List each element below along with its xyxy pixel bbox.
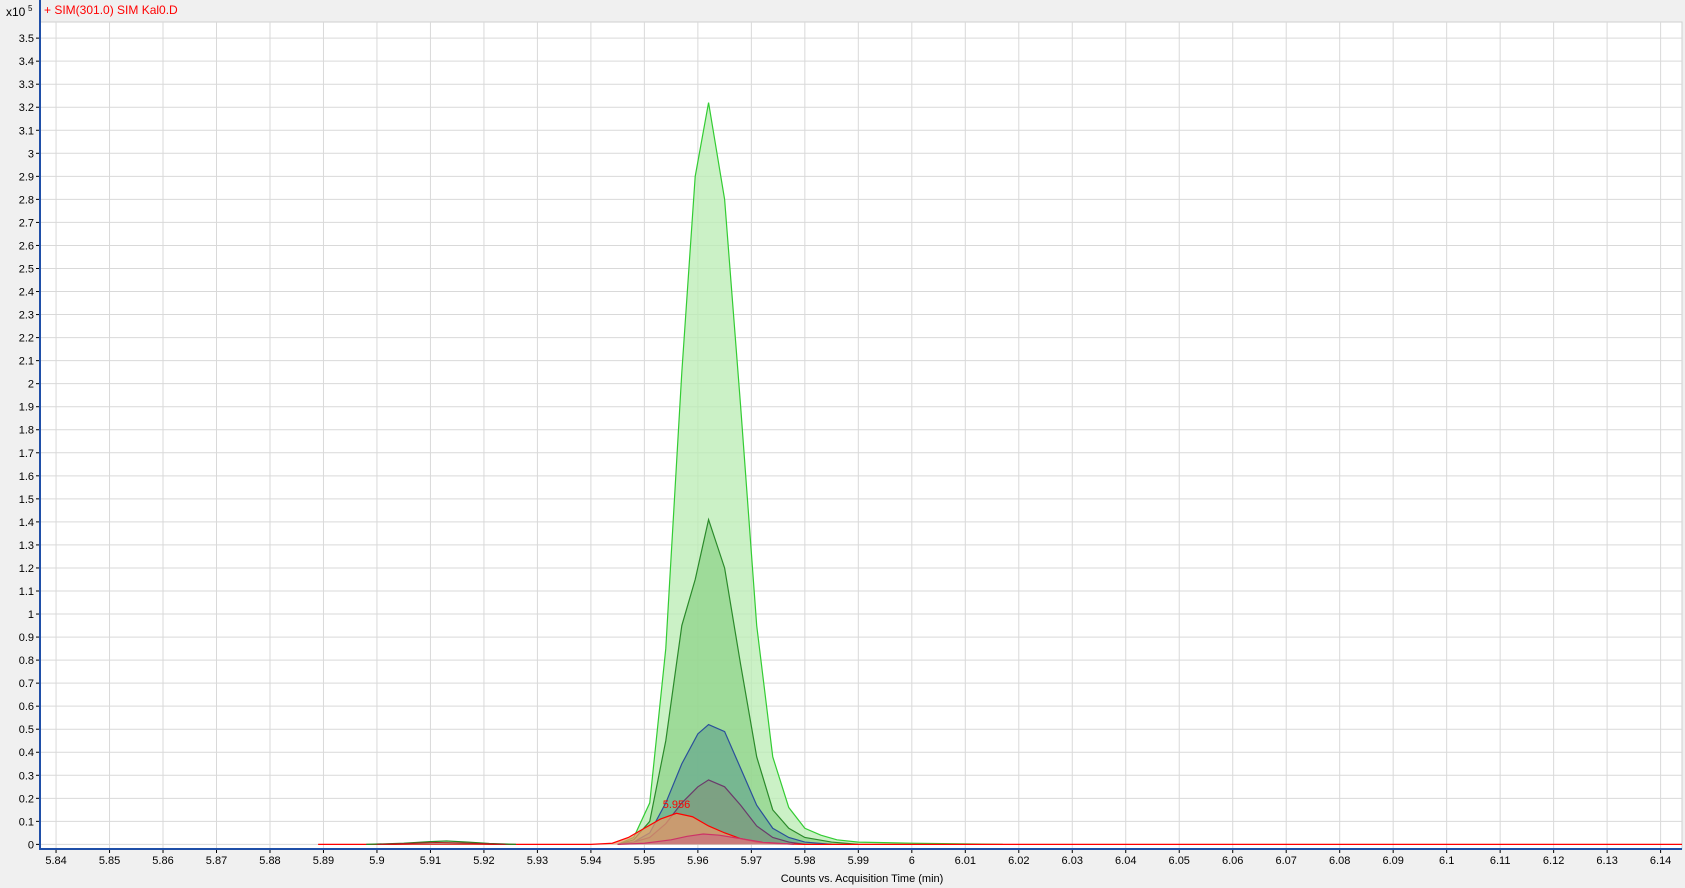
y-tick-label: 0.1 xyxy=(19,816,34,828)
y-tick-label: 2.7 xyxy=(19,217,34,229)
x-tick-label: 6.04 xyxy=(1115,855,1136,867)
y-tick-label: 3.1 xyxy=(19,125,34,137)
x-tick-label: 5.94 xyxy=(580,855,601,867)
x-tick-label: 6.11 xyxy=(1490,855,1511,867)
y-tick-label: 0.6 xyxy=(19,701,34,713)
y-tick-label: 1.1 xyxy=(19,586,34,598)
y-tick-label: 1.2 xyxy=(19,563,34,575)
y-tick-label: 3 xyxy=(28,148,34,160)
x-tick-label: 5.9 xyxy=(369,855,384,867)
y-tick-label: 0.9 xyxy=(19,632,34,644)
x-tick-label: 6.14 xyxy=(1650,855,1671,867)
x-tick-label: 6 xyxy=(909,855,915,867)
y-tick-label: 0 xyxy=(28,839,34,851)
y-tick-label: 1.6 xyxy=(19,471,34,483)
y-tick-label: 2.1 xyxy=(19,356,34,368)
y-tick-label: 3.4 xyxy=(19,56,34,68)
x-tick-label: 5.99 xyxy=(848,855,869,867)
y-tick-label: 2.3 xyxy=(19,310,34,322)
y-multiplier-exponent: 5 xyxy=(28,4,33,13)
x-tick-label: 5.95 xyxy=(634,855,655,867)
x-tick-label: 5.98 xyxy=(794,855,815,867)
y-tick-label: 0.7 xyxy=(19,678,34,690)
y-tick-label: 0.3 xyxy=(19,770,34,782)
y-tick-label: 0.4 xyxy=(19,747,34,759)
y-tick-label: 3.2 xyxy=(19,102,34,114)
x-tick-label: 6.13 xyxy=(1596,855,1617,867)
y-tick-label: 2.4 xyxy=(19,287,34,299)
x-tick-label: 5.86 xyxy=(152,855,173,867)
x-tick-label: 5.88 xyxy=(259,855,280,867)
y-tick-label: 2.6 xyxy=(19,240,34,252)
annotation-layer: 5.956 xyxy=(663,799,691,811)
x-tick-label: 6.01 xyxy=(955,855,976,867)
x-tick-label: 6.12 xyxy=(1543,855,1564,867)
y-tick-label: 2 xyxy=(28,379,34,391)
y-tick-label: 0.2 xyxy=(19,793,34,805)
x-tick-label: 6.06 xyxy=(1222,855,1243,867)
peak-label: 5.956 xyxy=(663,799,691,811)
x-tick-label: 5.92 xyxy=(473,855,494,867)
x-tick-label: 6.07 xyxy=(1275,855,1296,867)
x-tick-label: 6.02 xyxy=(1008,855,1029,867)
y-tick-label: 1.9 xyxy=(19,402,34,414)
y-tick-label: 1.3 xyxy=(19,540,34,552)
y-tick-label: 2.8 xyxy=(19,194,34,206)
y-tick-label: 0.8 xyxy=(19,655,34,667)
y-tick-label: 0.5 xyxy=(19,724,34,736)
x-tick-label: 6.05 xyxy=(1169,855,1190,867)
x-tick-label: 5.97 xyxy=(741,855,762,867)
x-tick-label: 6.09 xyxy=(1382,855,1403,867)
y-multiplier: x10 xyxy=(6,5,26,19)
y-tick-label: 1 xyxy=(28,609,34,621)
y-tick-label: 1.8 xyxy=(19,425,34,437)
y-tick-label: 3.3 xyxy=(19,79,34,91)
x-tick-label: 5.93 xyxy=(527,855,548,867)
chart-title: + SIM(301.0) SIM Kal0.D xyxy=(44,3,178,17)
x-tick-label: 5.87 xyxy=(206,855,227,867)
x-tick-label: 5.85 xyxy=(99,855,120,867)
x-tick-label: 6.08 xyxy=(1329,855,1350,867)
x-tick-label: 5.91 xyxy=(420,855,441,867)
x-tick-label: 5.84 xyxy=(45,855,66,867)
x-tick-label: 6.1 xyxy=(1439,855,1454,867)
x-tick-label: 5.89 xyxy=(313,855,334,867)
x-axis-label: Counts vs. Acquisition Time (min) xyxy=(781,873,944,885)
x-tick-label: 6.03 xyxy=(1062,855,1083,867)
y-tick-label: 1.4 xyxy=(19,517,34,529)
y-tick-label: 1.7 xyxy=(19,448,34,460)
y-tick-label: 2.5 xyxy=(19,263,34,275)
y-tick-label: 3.5 xyxy=(19,33,34,45)
plot-area xyxy=(39,21,1683,850)
x-tick-label: 5.96 xyxy=(687,855,708,867)
chromatogram-chart: 5.956 00.10.20.30.40.50.60.70.80.911.11.… xyxy=(0,0,1685,888)
y-tick-label: 2.9 xyxy=(19,171,34,183)
y-tick-label: 1.5 xyxy=(19,494,34,506)
y-multiplier-base: x10 xyxy=(6,5,26,19)
y-tick-label: 2.2 xyxy=(19,333,34,345)
